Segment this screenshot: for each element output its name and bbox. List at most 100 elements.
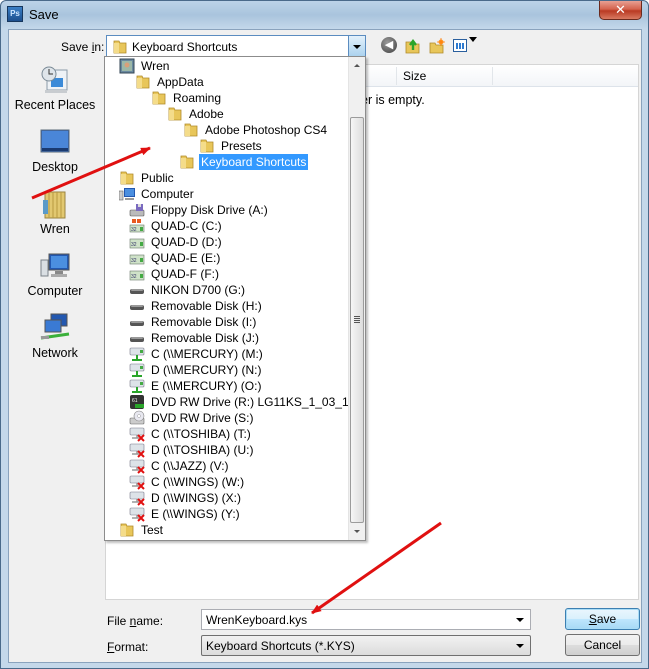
place-label: Computer bbox=[27, 284, 83, 298]
removable-drive-icon bbox=[130, 337, 144, 342]
file-name-label: File name: bbox=[107, 614, 164, 628]
close-button[interactable]: ✕ bbox=[599, 1, 642, 20]
svg-text:32: 32 bbox=[131, 274, 137, 280]
cancel-button[interactable]: Cancel bbox=[565, 634, 640, 656]
file-name-input[interactable]: WrenKeyboard.kys bbox=[206, 613, 307, 627]
tree-item-label: E (\\MERCURY) (O:) bbox=[151, 379, 262, 393]
place-network[interactable]: Network bbox=[9, 312, 101, 370]
tree-item-label: Wren bbox=[141, 59, 170, 73]
tree-item-label: Roaming bbox=[173, 91, 222, 105]
save-in-dropdown-list[interactable]: Wren AppData Roaming Adobe Adobe Photoshop C… bbox=[104, 56, 366, 541]
recent-places-icon bbox=[41, 66, 68, 93]
chevron-down-icon[interactable] bbox=[516, 618, 524, 622]
tree-item-label: C (\\WINGS) (W:) bbox=[151, 475, 245, 489]
computer-icon bbox=[40, 253, 70, 277]
save-in-value: Keyboard Shortcuts bbox=[132, 40, 238, 54]
file-name-combobox[interactable]: WrenKeyboard.kys bbox=[201, 609, 531, 630]
svg-text:32: 32 bbox=[131, 258, 137, 264]
window-title: Save bbox=[29, 7, 59, 22]
network-drive-icon bbox=[129, 363, 145, 377]
folder-icon bbox=[180, 155, 194, 169]
desktop-icon bbox=[40, 129, 70, 153]
tree-item-label: C (\\JAZZ) (V:) bbox=[151, 459, 229, 473]
disconnected-network-drive-icon bbox=[129, 475, 145, 490]
tree-item-label: Adobe Photoshop CS4 bbox=[205, 123, 328, 137]
folder-icon bbox=[113, 40, 127, 54]
network-drive-icon bbox=[129, 347, 145, 361]
tree-item-label: Floppy Disk Drive (A:) bbox=[151, 203, 268, 217]
column-header-size[interactable]: Size bbox=[403, 69, 426, 83]
svg-text:61: 61 bbox=[132, 398, 138, 404]
tree-item-label: D (\\WINGS) (X:) bbox=[151, 491, 241, 505]
column-divider[interactable] bbox=[492, 67, 493, 85]
disconnected-network-drive-icon bbox=[129, 459, 145, 474]
hard-drive-icon: 32 bbox=[129, 238, 145, 249]
tree-item-label: Removable Disk (H:) bbox=[151, 299, 262, 313]
scroll-down-button[interactable] bbox=[349, 523, 365, 540]
computer-icon bbox=[119, 188, 135, 201]
folder-icon bbox=[152, 91, 166, 105]
folder-icon bbox=[136, 75, 150, 89]
empty-folder-message: er is empty. bbox=[361, 93, 425, 107]
place-computer[interactable]: Computer bbox=[9, 250, 101, 308]
disconnected-network-drive-icon bbox=[129, 491, 145, 506]
chevron-down-icon bbox=[353, 45, 361, 49]
folder-icon bbox=[200, 139, 214, 153]
views-dropdown-arrow-icon[interactable] bbox=[469, 37, 477, 42]
dvd-disc-icon: 61 bbox=[130, 395, 144, 409]
user-icon bbox=[119, 58, 135, 74]
place-wren[interactable]: Wren bbox=[9, 188, 101, 246]
format-value: Keyboard Shortcuts (*.KYS) bbox=[206, 639, 355, 653]
tree-item-label: Removable Disk (I:) bbox=[151, 315, 257, 329]
disconnected-network-drive-icon bbox=[129, 443, 145, 458]
chevron-down-icon[interactable] bbox=[516, 644, 524, 648]
photoshop-app-icon: Ps bbox=[7, 6, 23, 22]
save-in-label: Save in: bbox=[61, 40, 105, 54]
removable-drive-icon bbox=[130, 321, 144, 326]
place-label: Desktop bbox=[32, 160, 78, 174]
back-icon[interactable]: ◀ bbox=[381, 37, 397, 53]
tree-item-label: QUAD-D (D:) bbox=[151, 235, 222, 249]
tree-item-label: QUAD-C (C:) bbox=[151, 219, 222, 233]
dvd-drive-icon bbox=[129, 410, 145, 425]
tree-item-label: Computer bbox=[141, 187, 194, 201]
tree-item-label: QUAD-E (E:) bbox=[151, 251, 221, 265]
tree-item-label: Adobe bbox=[189, 107, 224, 121]
tree-item-label: NIKON D700 (G:) bbox=[151, 283, 246, 297]
views-menu-icon[interactable] bbox=[453, 39, 467, 52]
place-recent-places[interactable]: Recent Places bbox=[9, 64, 101, 122]
tree-item-label: Public bbox=[141, 171, 174, 185]
floppy-drive-icon bbox=[129, 204, 145, 217]
tree-item-label: C (\\MERCURY) (M:) bbox=[151, 347, 263, 361]
tree-item-label: Keyboard Shortcuts bbox=[199, 154, 309, 170]
folder-icon bbox=[168, 107, 182, 121]
tree-item-label: Test bbox=[141, 523, 164, 537]
scroll-grip-icon bbox=[354, 316, 360, 323]
disconnected-network-drive-icon bbox=[129, 427, 145, 442]
title-bar[interactable]: Ps Save ✕ bbox=[1, 1, 648, 29]
scroll-up-button[interactable] bbox=[349, 57, 365, 74]
save-in-combobox[interactable]: Keyboard Shortcuts bbox=[106, 35, 366, 58]
network-drive-icon bbox=[129, 379, 145, 393]
disconnected-network-drive-icon bbox=[129, 507, 145, 522]
user-folder-icon bbox=[43, 191, 66, 219]
scroll-thumb[interactable] bbox=[350, 117, 364, 523]
column-divider[interactable] bbox=[396, 67, 397, 85]
format-select[interactable]: Keyboard Shortcuts (*.KYS) bbox=[201, 635, 531, 656]
save-in-dropdown-button[interactable] bbox=[348, 36, 365, 57]
new-folder-icon[interactable] bbox=[428, 37, 446, 58]
place-label: Wren bbox=[40, 222, 70, 236]
tree-item-label: D (\\TOSHIBA) (U:) bbox=[151, 443, 254, 457]
tree-item-label: DVD RW Drive (S:) bbox=[151, 411, 254, 425]
save-button[interactable]: Save bbox=[565, 608, 640, 630]
up-folder-icon[interactable] bbox=[404, 37, 422, 58]
folder-icon bbox=[120, 523, 134, 537]
folder-icon bbox=[120, 171, 134, 185]
removable-drive-icon bbox=[130, 305, 144, 310]
place-desktop[interactable]: Desktop bbox=[9, 126, 101, 184]
svg-text:32: 32 bbox=[131, 242, 137, 248]
tree-item-label: E (\\WINGS) (Y:) bbox=[151, 507, 240, 521]
removable-drive-icon bbox=[130, 289, 144, 294]
dropdown-scrollbar[interactable] bbox=[348, 57, 365, 540]
tree-item-label: DVD RW Drive (R:) LG11KS_1_03_166 bbox=[151, 395, 362, 409]
